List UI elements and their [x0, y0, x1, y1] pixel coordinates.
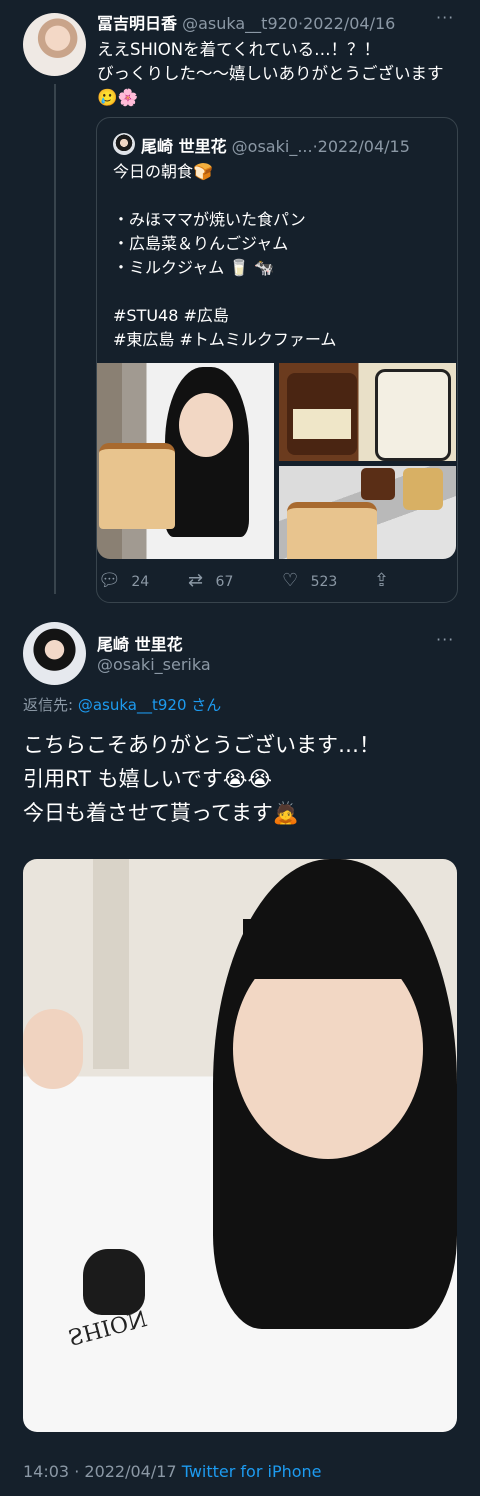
quoted-line — [113, 184, 443, 208]
main-author-handle[interactable]: @osaki_serika — [97, 655, 211, 674]
replying-to-handle[interactable]: @asuka__t920 — [78, 696, 187, 714]
author-name[interactable]: 冨吉明日香 — [97, 14, 177, 33]
retweet-count: 67 — [215, 574, 234, 590]
share-button[interactable]: ⇪ — [374, 570, 389, 591]
quoted-date: 2022/04/15 — [317, 137, 410, 156]
share-icon: ⇪ — [374, 570, 390, 591]
main-tweet-line: こちらこそありがとうございます…！ — [23, 733, 380, 757]
tweet-date: 2022/04/17 — [84, 1462, 177, 1481]
quoted-line — [113, 280, 443, 304]
quoted-tweet-header: 尾崎 世里花 @osaki_...·2022/04/15 — [141, 137, 410, 156]
quoted-line: ・みほママが焼いた食パン — [113, 210, 306, 229]
avatar-asuka[interactable] — [23, 13, 86, 76]
tweet-date[interactable]: 2022/04/16 — [303, 14, 395, 33]
thread-tweet-header: 冨吉明日香 @asuka__t920·2022/04/16 — [97, 14, 396, 33]
replying-to: 返信先: @asuka__t920 さん — [23, 696, 222, 714]
quoted-photo-bread-on-foil[interactable] — [279, 466, 456, 559]
main-tweet-text: こちらこそありがとうございます…！ 引用RT も嬉しいです😭😭 今日も着させて貰… — [23, 728, 463, 830]
like-count: 523 — [310, 574, 338, 590]
avatar-serika-small — [113, 133, 135, 155]
quoted-line: ・ミルクジャム 🥛 🐄 — [113, 258, 275, 277]
avatar-serika[interactable] — [23, 622, 86, 685]
reply-count: 24 — [131, 574, 150, 590]
main-author-name[interactable]: 尾崎 世里花 — [97, 631, 183, 655]
quoted-line: 今日の朝食🍞 — [113, 162, 213, 181]
main-tweet-photo[interactable]: SHION — [23, 859, 457, 1432]
more-options-icon[interactable]: ··· — [436, 630, 454, 649]
thread-tweet-text: ええSHIONを着てくれている…！？！ びっくりした〜〜嬉しいありがとうございま… — [97, 40, 444, 107]
more-options-icon[interactable]: ··· — [436, 8, 454, 27]
main-tweet-line: 引用RT も嬉しいです😭😭 — [23, 767, 273, 791]
author-handle[interactable]: @asuka__t920 — [182, 14, 298, 33]
heart-icon: ♡ — [282, 570, 299, 591]
tweet-source-link[interactable]: Twitter for iPhone — [182, 1462, 322, 1481]
tweet-time: 14:03 — [23, 1462, 70, 1481]
thread-line — [54, 84, 56, 594]
hashtag-line[interactable]: #東広島 #トムミルクファーム — [113, 328, 443, 352]
main-tweet-line: 今日も着させて貰ってます🙇 — [23, 801, 300, 825]
reply-icon: 💬︎ — [98, 570, 121, 591]
quoted-photo-girl-with-bread[interactable] — [97, 363, 274, 559]
retweet-button[interactable]: ⇄ 67 — [188, 570, 233, 591]
quoted-author-handle: @osaki_... — [231, 137, 313, 156]
quoted-tweet-text: 今日の朝食🍞 ・みほママが焼いた食パン ・広島菜＆りんごジャム ・ミルクジャム … — [113, 160, 443, 352]
quoted-author-name: 尾崎 世里花 — [141, 137, 227, 156]
quoted-photo-jam-jars[interactable] — [279, 363, 456, 461]
hashtag-line[interactable]: #STU48 #広島 — [113, 304, 443, 328]
tweet-meta: 14:03 · 2022/04/17 Twitter for iPhone — [23, 1462, 322, 1481]
retweet-icon: ⇄ — [188, 570, 204, 591]
quoted-line: ・広島菜＆りんごジャム — [113, 234, 289, 253]
reply-button[interactable]: 💬︎ 24 — [98, 570, 149, 591]
like-button[interactable]: ♡ 523 — [282, 570, 337, 591]
